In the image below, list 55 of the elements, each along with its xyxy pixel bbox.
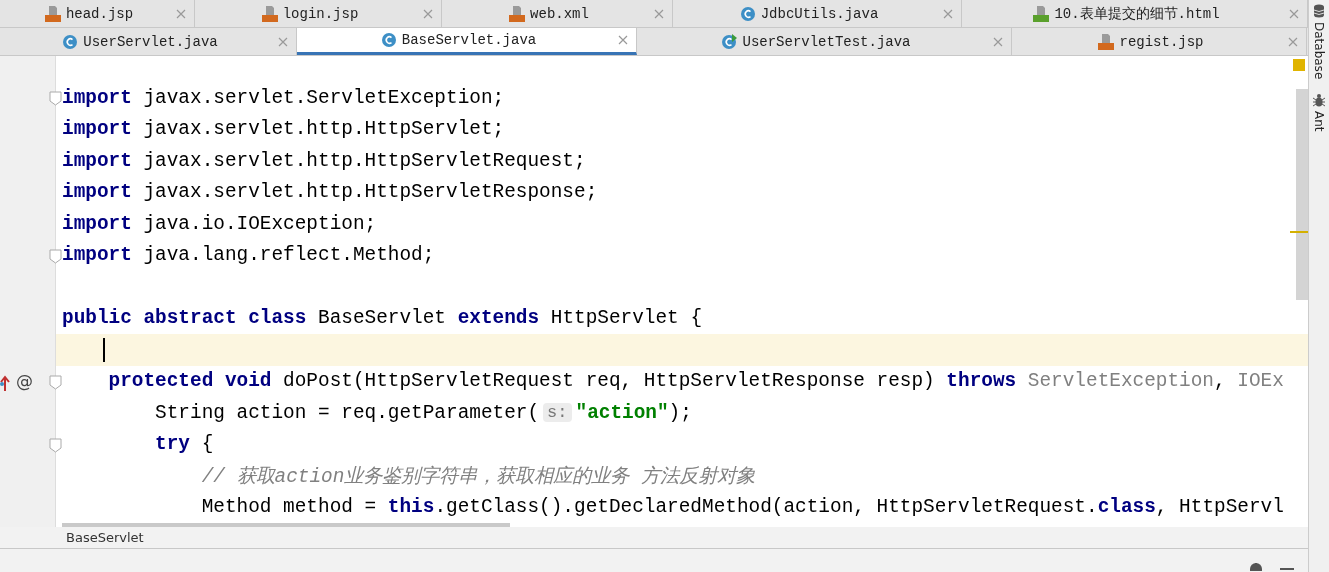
fold-marker-icon[interactable] bbox=[49, 374, 62, 390]
code-text: try { bbox=[154, 433, 214, 456]
code-text: "action"); bbox=[575, 401, 692, 424]
code-text: Method method = this.getClass().getDeclaredMethod(action, HttpServletRequest.class, HttpServl bbox=[200, 496, 1284, 519]
editor-tab[interactable]: regist.jsp bbox=[1012, 28, 1307, 55]
editor-tab[interactable]: UserServletTest.java bbox=[637, 28, 1012, 55]
minimize-icon[interactable] bbox=[1280, 565, 1294, 571]
close-icon[interactable] bbox=[423, 8, 433, 19]
tool-window-button[interactable]: Ant bbox=[1312, 111, 1326, 132]
close-icon[interactable] bbox=[618, 35, 628, 45]
file-icon bbox=[261, 5, 278, 22]
tool-window-button[interactable]: Database bbox=[1312, 22, 1326, 80]
code-text: import java.io.IOException; bbox=[62, 212, 377, 235]
fold-marker-icon[interactable] bbox=[49, 437, 62, 453]
class-icon bbox=[62, 33, 79, 50]
override-arrow-icon[interactable] bbox=[0, 373, 10, 392]
code-text: import javax.servlet.ServletException; bbox=[62, 86, 505, 109]
file-icon bbox=[1098, 33, 1115, 50]
editor-tab[interactable]: head.jsp bbox=[0, 0, 195, 27]
class-icon bbox=[380, 32, 397, 48]
code-text: import javax.servlet.http.HttpServletResponse; bbox=[62, 181, 598, 204]
editor-tab[interactable]: BaseServlet.java bbox=[297, 28, 637, 55]
close-icon[interactable] bbox=[654, 8, 664, 19]
settings-icon[interactable] bbox=[1248, 563, 1264, 571]
file-icon bbox=[44, 5, 61, 22]
code-text: import javax.servlet.http.HttpServletRequest; bbox=[62, 149, 586, 172]
text-caret bbox=[103, 337, 105, 362]
code-text: public abstract class BaseServlet extends HttpServlet { bbox=[62, 307, 703, 330]
code-text: protected void doPost(HttpServletRequest req, HttpServletResponse resp) throws ServletException, IOEx bbox=[107, 370, 1284, 393]
class-icon bbox=[739, 5, 756, 22]
file-icon bbox=[509, 5, 526, 22]
parameter-hint: s: bbox=[543, 403, 572, 423]
close-icon[interactable] bbox=[993, 36, 1003, 47]
code-text: import java.lang.reflect.Method; bbox=[62, 244, 435, 267]
class-test-icon bbox=[721, 33, 738, 50]
breadcrumb-item[interactable]: BaseServlet bbox=[66, 530, 144, 545]
horizontal-scrollbar[interactable] bbox=[62, 523, 510, 527]
bug-icon bbox=[1313, 93, 1325, 108]
close-icon[interactable] bbox=[943, 8, 953, 19]
fold-marker-icon[interactable] bbox=[49, 91, 62, 106]
editor-tab[interactable]: JdbcUtils.java bbox=[673, 0, 962, 27]
database-icon bbox=[1313, 4, 1325, 18]
code-text: String action = req.getParameter( bbox=[154, 401, 540, 424]
close-icon[interactable] bbox=[1288, 36, 1298, 47]
editor-tab[interactable]: login.jsp bbox=[195, 0, 442, 27]
close-icon[interactable] bbox=[278, 36, 288, 47]
editor-tab[interactable]: web.xml bbox=[442, 0, 673, 27]
code-text: // 获取action业务鉴别字符串，获取相应的业务 方法反射对象 bbox=[200, 464, 755, 490]
code-text: import javax.servlet.http.HttpServlet; bbox=[62, 118, 505, 141]
vertical-scrollbar[interactable] bbox=[1296, 89, 1308, 300]
fold-marker-icon[interactable] bbox=[49, 248, 62, 264]
file-icon bbox=[1033, 5, 1050, 22]
annotation-marker[interactable]: @ bbox=[16, 370, 33, 391]
close-icon[interactable] bbox=[176, 8, 186, 19]
close-icon[interactable] bbox=[1289, 8, 1299, 19]
